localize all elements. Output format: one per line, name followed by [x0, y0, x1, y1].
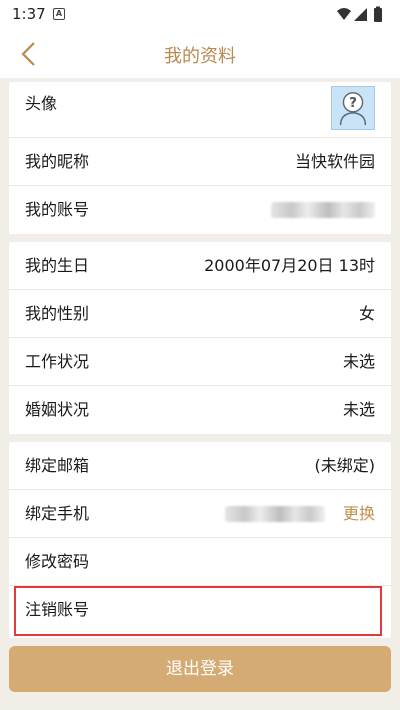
- marriage-value: 未选: [342, 400, 375, 419]
- profile-group: 头像 ? 我的昵称 当快软件园 我的账号: [9, 82, 391, 234]
- signal-icon: [354, 8, 367, 21]
- birthday-row[interactable]: 我的生日 2000年07月20日 13时: [9, 242, 391, 290]
- account-row[interactable]: 我的账号: [9, 186, 391, 234]
- nickname-row[interactable]: 我的昵称 当快软件园: [9, 138, 391, 186]
- email-value: (未绑定): [314, 456, 376, 475]
- account-value-redacted: [271, 202, 375, 218]
- gender-value: 女: [358, 304, 375, 323]
- phone-value-redacted: [225, 506, 325, 522]
- page-title: 我的资料: [164, 46, 236, 67]
- app-header: 我的资料: [0, 30, 400, 78]
- battery-icon: [374, 8, 382, 22]
- avatar[interactable]: ?: [331, 86, 375, 130]
- email-label: 绑定邮箱: [25, 456, 90, 475]
- notification-icon: A: [53, 8, 65, 20]
- nickname-value: 当快软件园: [294, 152, 375, 171]
- svg-text:?: ?: [349, 96, 357, 111]
- work-value: 未选: [342, 352, 375, 371]
- birthday-label: 我的生日: [25, 256, 90, 275]
- personal-group: 我的生日 2000年07月20日 13时 我的性别 女 工作状况 未选 婚姻状况…: [9, 242, 391, 434]
- password-label: 修改密码: [25, 552, 90, 571]
- gender-row[interactable]: 我的性别 女: [9, 290, 391, 338]
- marriage-row[interactable]: 婚姻状况 未选: [9, 386, 391, 434]
- logout-button[interactable]: 退出登录: [9, 646, 391, 692]
- marriage-label: 婚姻状况: [25, 400, 90, 419]
- gender-label: 我的性别: [25, 304, 90, 323]
- status-icons: [337, 6, 382, 22]
- account-label: 我的账号: [25, 200, 90, 219]
- status-time: 1:37: [12, 5, 46, 23]
- work-row[interactable]: 工作状况 未选: [9, 338, 391, 386]
- highlight-box: [14, 586, 382, 636]
- phone-row: 绑定手机 更换: [9, 490, 391, 538]
- email-row[interactable]: 绑定邮箱 (未绑定): [9, 442, 391, 490]
- avatar-placeholder-icon: ?: [339, 92, 367, 126]
- change-phone-button[interactable]: 更换: [343, 490, 375, 538]
- birthday-value: 2000年07月20日 13时: [204, 256, 375, 275]
- avatar-label: 头像: [25, 94, 58, 113]
- phone-label: 绑定手机: [25, 504, 90, 523]
- status-bar: 1:37 A: [0, 0, 400, 30]
- wifi-icon: [337, 8, 351, 20]
- password-row[interactable]: 修改密码: [9, 538, 391, 586]
- nickname-label: 我的昵称: [25, 152, 90, 171]
- avatar-row[interactable]: 头像 ?: [9, 82, 391, 138]
- work-label: 工作状况: [25, 352, 90, 371]
